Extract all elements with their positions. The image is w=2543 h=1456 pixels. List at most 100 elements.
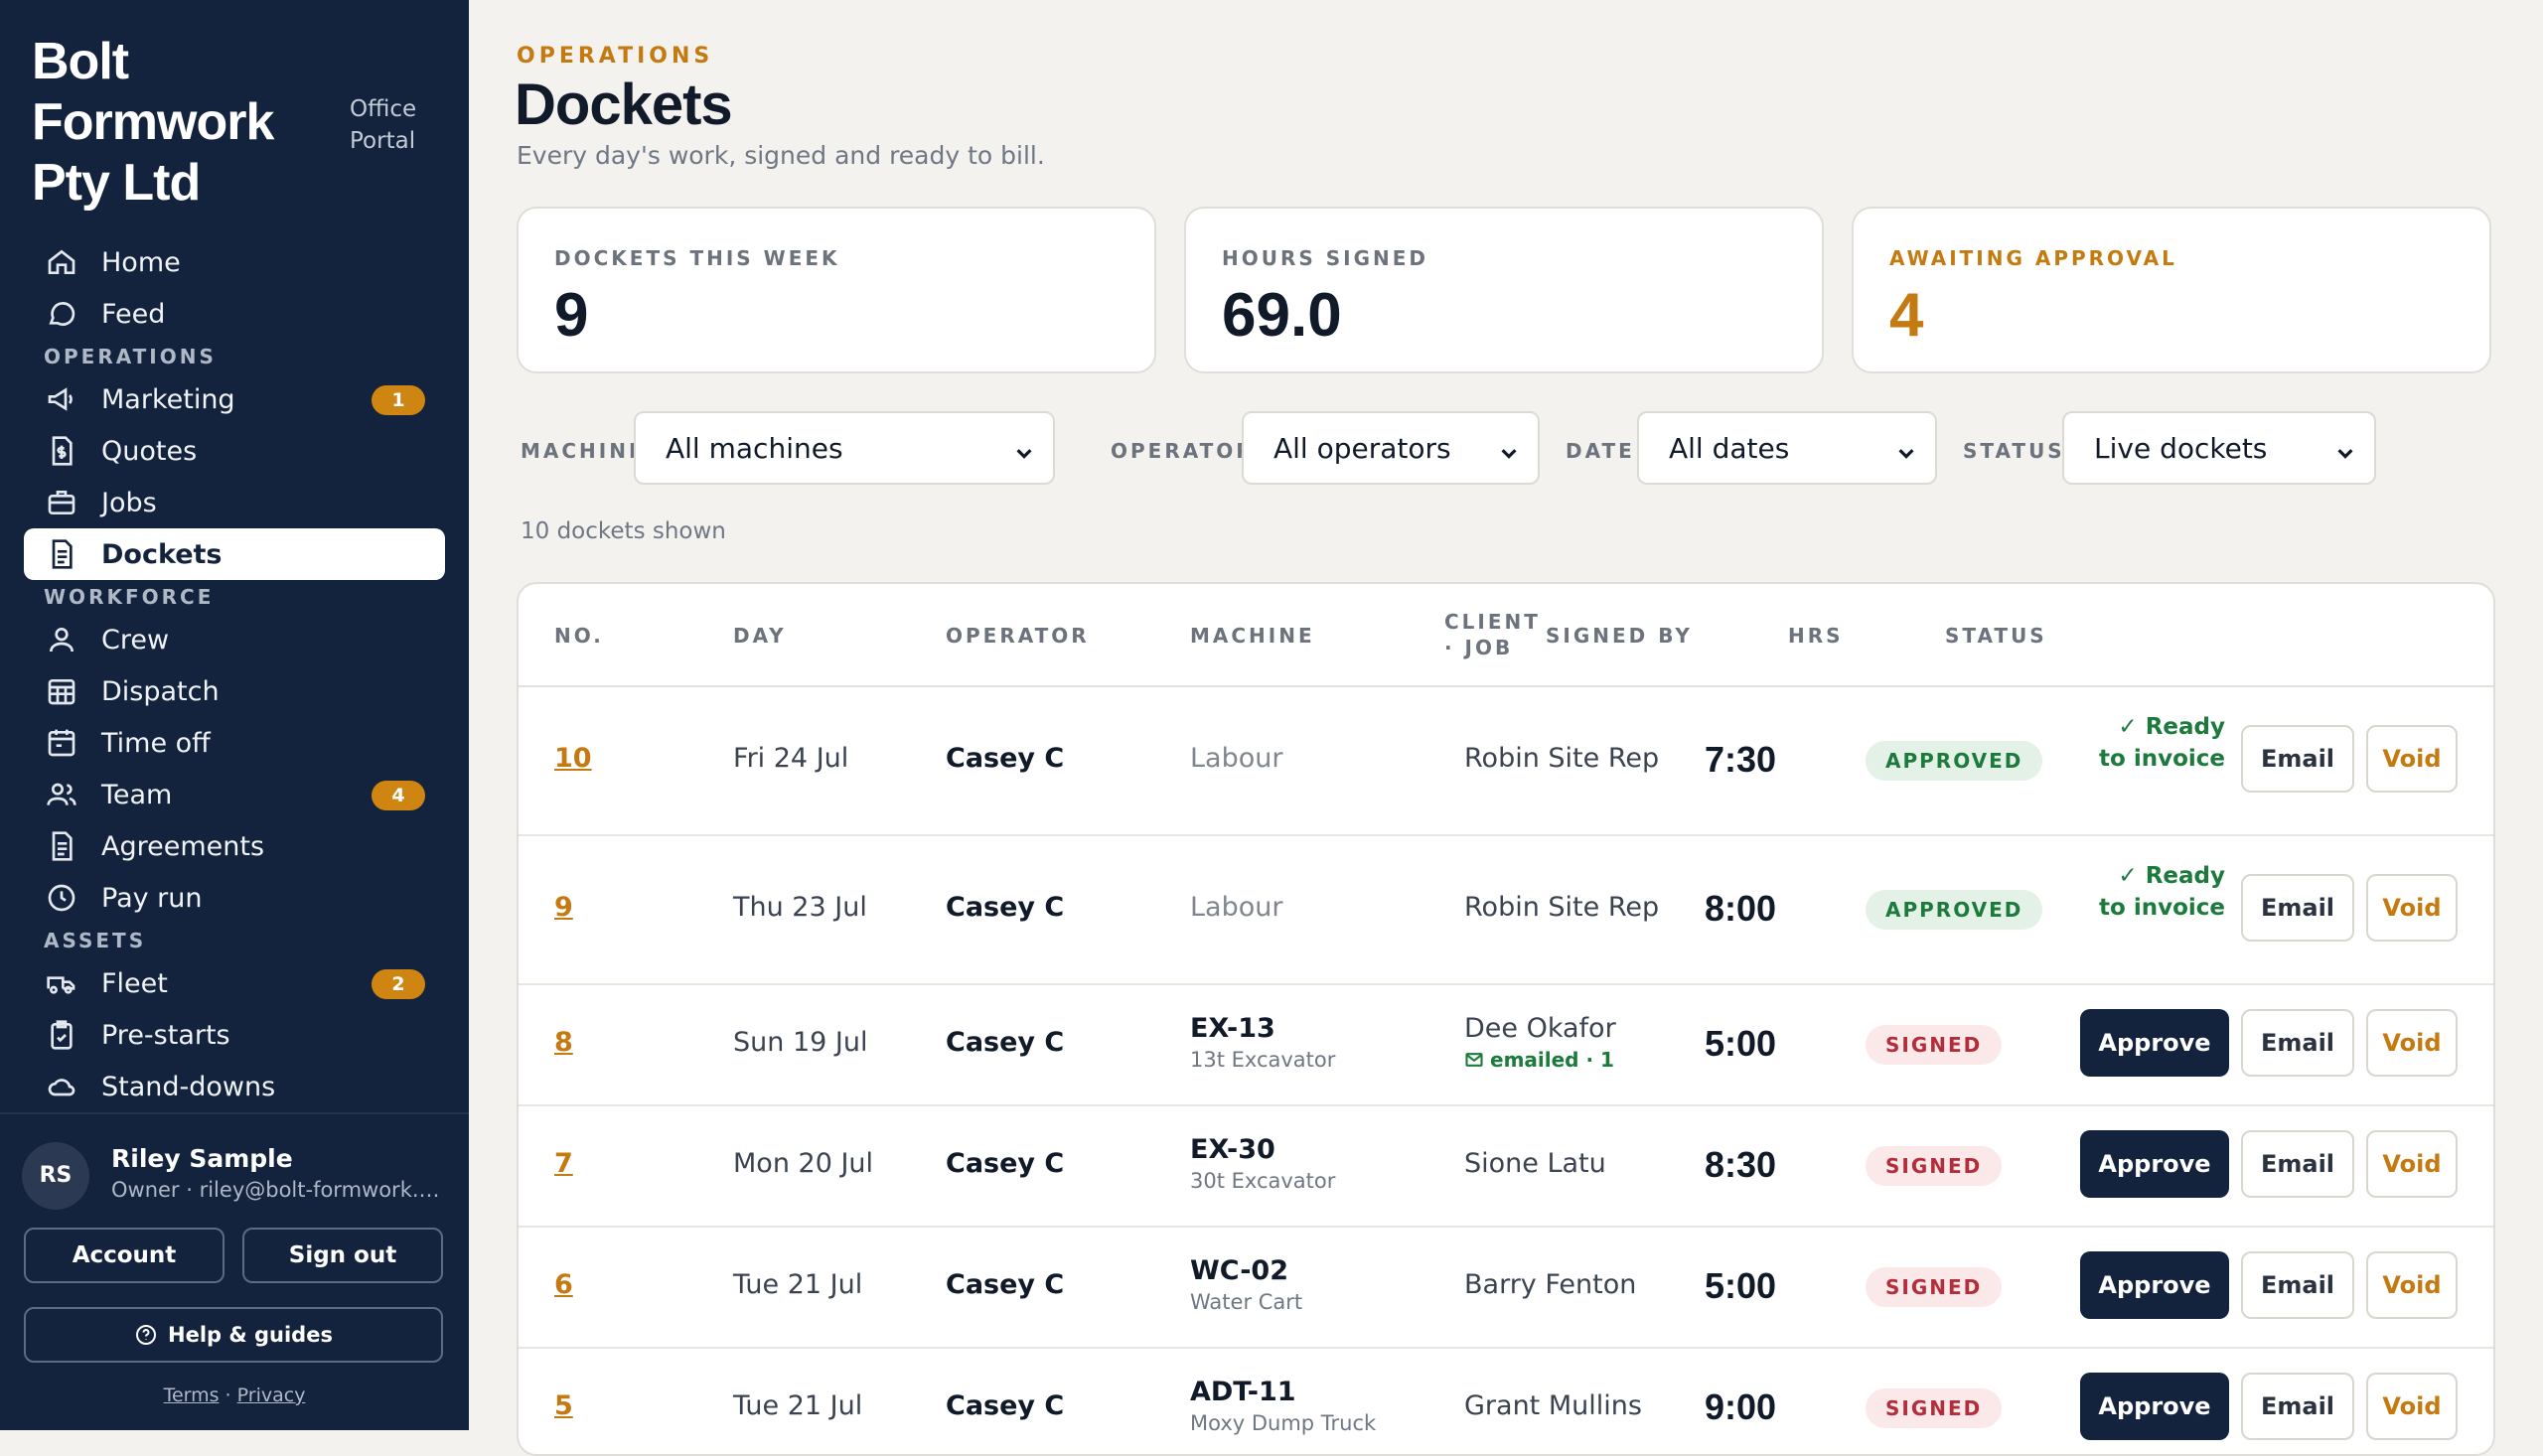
sidebar-item-feed[interactable]: Feed [24, 288, 445, 340]
docket-machine: EX-30 30t Excavator [1190, 1134, 1335, 1193]
docket-number-link[interactable]: 5 [554, 1390, 573, 1421]
sidebar-item-team[interactable]: Team 4 [24, 769, 445, 820]
docket-hours: 7:30 [1705, 739, 1777, 780]
docket-hours: 5:00 [1705, 1265, 1777, 1306]
email-button[interactable]: Email [2241, 1009, 2354, 1077]
sidebar-item-time-off[interactable]: Time off [24, 717, 445, 769]
signer-name: Robin Site Rep [1464, 892, 1660, 923]
sidebar-item-stand-downs[interactable]: Stand-downs [24, 1061, 445, 1112]
status-badge: SIGNED [1866, 1025, 2003, 1065]
stat-value: 69.0 [1222, 281, 1342, 350]
machine-name: Labour [1190, 892, 1283, 923]
select-value: Live dockets [2094, 431, 2268, 465]
docket-day: Thu 23 Jul [733, 892, 867, 923]
email-button[interactable]: Email [2241, 725, 2354, 793]
sidebar-item-crew[interactable]: Crew [24, 614, 445, 665]
void-button[interactable]: Void [2366, 1130, 2458, 1198]
page-eyebrow: OPERATIONS [517, 44, 714, 69]
sidebar-item-label: Crew [101, 624, 170, 655]
approve-button[interactable]: Approve [2080, 1009, 2229, 1077]
grid-calendar-icon [44, 673, 79, 709]
signer-name: Dee Okafor [1464, 1013, 1616, 1044]
sign-out-button[interactable]: Sign out [242, 1228, 443, 1283]
emailed-indicator: emailed · 1 [1464, 1048, 1616, 1075]
sidebar-item-marketing[interactable]: Marketing 1 [24, 373, 445, 425]
docket-number-link[interactable]: 6 [554, 1269, 573, 1300]
approve-button[interactable]: Approve [2080, 1251, 2229, 1319]
operator-filter-label: OPERATOR [1111, 439, 1255, 463]
email-button[interactable]: Email [2241, 1130, 2354, 1198]
sidebar-item-label: Agreements [101, 830, 265, 862]
col-header-hrs[interactable]: HRS [1788, 624, 1844, 648]
docket-day: Fri 24 Jul [733, 743, 849, 774]
col-header-signed-by[interactable]: SIGNED BY [1546, 624, 1693, 648]
docket-number-link[interactable]: 9 [554, 892, 573, 923]
docket-operator: Casey C [946, 892, 1065, 923]
document-icon [44, 828, 79, 864]
docket-operator: Casey C [946, 1148, 1065, 1179]
void-button[interactable]: Void [2366, 725, 2458, 793]
sidebar-item-dispatch[interactable]: Dispatch [24, 665, 445, 717]
legal-sep: · [219, 1384, 237, 1406]
docket-number-link[interactable]: 10 [554, 743, 592, 774]
col-header-job[interactable]: · JOB [1444, 636, 1513, 659]
sidebar-item-dockets[interactable]: Dockets [24, 528, 445, 580]
sidebar-item-agreements[interactable]: Agreements [24, 820, 445, 872]
status-filter-label: STATUS [1963, 439, 2065, 463]
signer-name: Grant Mullins [1464, 1390, 1642, 1421]
docket-day: Mon 20 Jul [733, 1148, 874, 1179]
col-header-operator[interactable]: OPERATOR [946, 624, 1090, 648]
sidebar-item-fleet[interactable]: Fleet 2 [24, 957, 445, 1009]
email-button[interactable]: Email [2241, 874, 2354, 942]
megaphone-icon [44, 381, 79, 417]
col-header-status[interactable]: STATUS [1945, 624, 2047, 648]
col-header-day[interactable]: DAY [733, 624, 787, 648]
docket-machine: Labour [1190, 743, 1282, 774]
status-filter-select[interactable]: Live dockets [2062, 411, 2376, 485]
docket-signed-by: Robin Site Rep [1464, 743, 1659, 774]
privacy-link[interactable]: Privacy [237, 1384, 306, 1406]
help-guides-button[interactable]: Help & guides [24, 1307, 443, 1363]
account-button[interactable]: Account [24, 1228, 224, 1283]
col-header-machine[interactable]: MACHINE [1190, 624, 1315, 648]
select-value: All machines [666, 431, 843, 465]
sidebar-item-pay-run[interactable]: Pay run [24, 872, 445, 924]
machine-desc: Water Cart [1190, 1290, 1303, 1314]
sidebar-item-label: Fleet [101, 967, 168, 999]
docket-number-link[interactable]: 8 [554, 1027, 573, 1058]
date-filter-select[interactable]: All dates [1637, 411, 1937, 485]
docket-signed-by: Sione Latu [1464, 1148, 1606, 1179]
sidebar-item-home[interactable]: Home [24, 236, 445, 288]
signer-name: Sione Latu [1464, 1148, 1606, 1179]
operator-filter-select[interactable]: All operators [1242, 411, 1540, 485]
approve-button[interactable]: Approve [2080, 1130, 2229, 1198]
machine-code: EX-13 [1190, 1013, 1275, 1044]
stat-label: DOCKETS THIS WEEK [554, 246, 840, 270]
terms-link[interactable]: Terms [164, 1384, 220, 1406]
docket-day: Tue 21 Jul [733, 1269, 863, 1300]
docket-operator: Casey C [946, 1269, 1065, 1300]
count-badge: 1 [372, 385, 425, 415]
docket-number-link[interactable]: 7 [554, 1148, 573, 1179]
void-button[interactable]: Void [2366, 874, 2458, 942]
sidebar-item-quotes[interactable]: Quotes [24, 425, 445, 477]
docket-day: Sun 19 Jul [733, 1027, 868, 1058]
nav-section-workforce: WORKFORCE [44, 585, 215, 609]
machine-filter-select[interactable]: All machines [634, 411, 1055, 485]
date-filter-label: DATE [1566, 439, 1635, 463]
help-label: Help & guides [168, 1323, 333, 1347]
void-button[interactable]: Void [2366, 1009, 2458, 1077]
void-button[interactable]: Void [2366, 1251, 2458, 1319]
col-header-client[interactable]: CLIENT [1444, 610, 1541, 634]
sidebar-item-jobs[interactable]: Jobs [24, 477, 445, 528]
email-button[interactable]: Email [2241, 1251, 2354, 1319]
brand-name: Bolt Formwork Pty Ltd [32, 33, 274, 212]
sidebar: Bolt Formwork Pty Ltd Office Portal Home… [0, 0, 469, 1430]
calendar-icon [44, 725, 79, 761]
nav-section-operations: OPERATIONS [44, 345, 217, 368]
chevron-down-icon [1895, 438, 1917, 460]
briefcase-icon [44, 485, 79, 520]
col-header-no[interactable]: NO. [554, 624, 604, 648]
avatar: RS [22, 1142, 89, 1210]
sidebar-item-pre-starts[interactable]: Pre-starts [24, 1009, 445, 1061]
